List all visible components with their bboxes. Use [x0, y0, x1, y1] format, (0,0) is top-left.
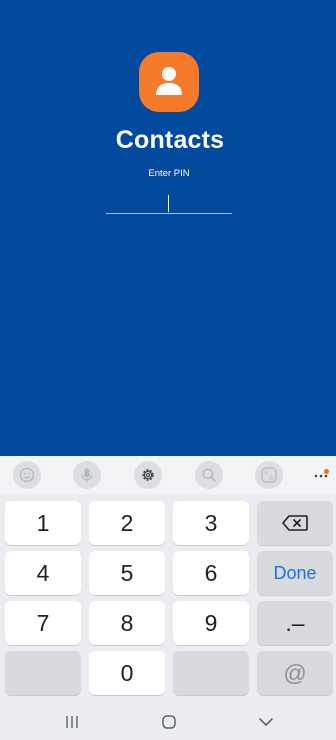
app-title: Contacts — [115, 126, 225, 154]
keyboard-toolbar: Aあ — [0, 456, 336, 494]
recent-apps-icon[interactable] — [62, 714, 82, 730]
key-2[interactable]: 2 — [89, 501, 165, 545]
key-6[interactable]: 6 — [173, 551, 249, 595]
key-label: 1 — [36, 509, 50, 536]
key-label: .– — [285, 609, 305, 636]
done-label: Done — [273, 562, 317, 583]
key-9[interactable]: 9 — [173, 601, 249, 645]
key-label: 3 — [204, 509, 218, 536]
more-icon[interactable] — [307, 461, 335, 489]
pin-label: Enter PIN — [148, 168, 190, 179]
home-icon[interactable] — [159, 714, 179, 730]
numeric-keyboard: Aあ 1 2 3 4 5 6 Done 7 8 9 .– 0 @ — [0, 456, 336, 740]
blank-key-right — [173, 651, 249, 695]
key-1[interactable]: 1 — [5, 501, 81, 545]
key-label: 9 — [204, 609, 218, 636]
key-label: 7 — [36, 609, 50, 636]
key-7[interactable]: 7 — [5, 601, 81, 645]
key-5[interactable]: 5 — [89, 551, 165, 595]
emoji-icon[interactable] — [13, 461, 41, 489]
backspace-icon — [282, 515, 308, 531]
text-cursor — [168, 195, 169, 212]
at-key[interactable]: @ — [257, 651, 333, 695]
key-label: 0 — [120, 659, 134, 686]
key-label: @ — [283, 659, 307, 686]
key-label: 4 — [36, 559, 50, 586]
microphone-icon[interactable] — [73, 461, 101, 489]
key-label: 2 — [120, 509, 134, 536]
key-3[interactable]: 3 — [173, 501, 249, 545]
pin-input[interactable] — [106, 193, 232, 214]
blank-key-left — [5, 651, 81, 695]
notification-dot — [324, 469, 329, 474]
contacts-app-icon — [139, 52, 199, 112]
key-label: 6 — [204, 559, 218, 586]
back-icon[interactable] — [256, 714, 276, 730]
key-label: 5 — [120, 559, 134, 586]
contacts-lock-screen: Contacts Enter PIN — [0, 0, 336, 456]
key-4[interactable]: 4 — [5, 551, 81, 595]
translate-icon[interactable]: Aあ — [255, 461, 283, 489]
search-icon[interactable] — [195, 461, 223, 489]
key-0[interactable]: 0 — [89, 651, 165, 695]
key-label: 8 — [120, 609, 134, 636]
person-icon — [156, 67, 182, 95]
settings-icon[interactable] — [134, 461, 162, 489]
backspace-key[interactable] — [257, 501, 333, 545]
done-key[interactable]: Done — [257, 551, 333, 595]
svg-text:あ: あ — [269, 476, 274, 482]
system-navigation-bar — [0, 704, 336, 740]
key-8[interactable]: 8 — [89, 601, 165, 645]
punctuation-key[interactable]: .– — [257, 601, 333, 645]
svg-text:A: A — [265, 471, 269, 477]
